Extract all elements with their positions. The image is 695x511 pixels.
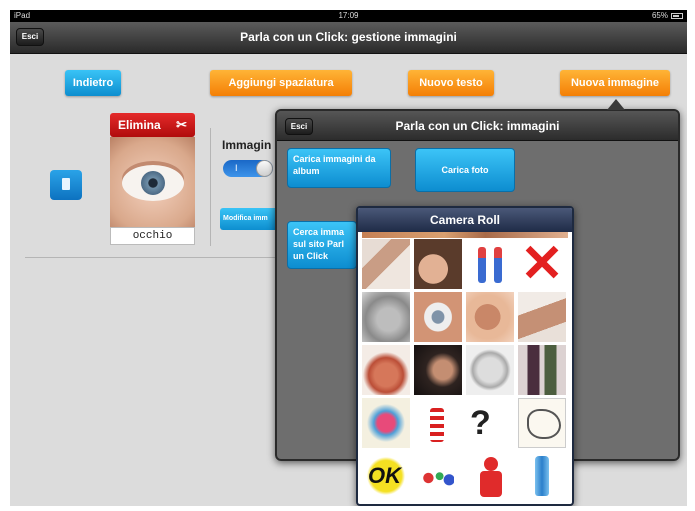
popover-title: Parla con un Click: immagini: [395, 119, 560, 133]
thumb-eye[interactable]: [414, 292, 462, 342]
document-icon: [62, 178, 70, 190]
nav-bar: Esci Parla con un Click: gestione immagi…: [10, 22, 687, 54]
scissors-icon: ✂: [176, 117, 187, 132]
load-photo-button[interactable]: Carica foto: [415, 148, 515, 192]
question-glyph: ?: [470, 404, 491, 442]
thumb-couple[interactable]: [518, 345, 566, 395]
status-time: 17:09: [338, 11, 359, 20]
new-image-button[interactable]: Nuova immagine: [560, 70, 670, 96]
delete-button[interactable]: Elimina ✂: [110, 113, 195, 137]
battery-percent: 65%: [651, 11, 668, 20]
toggle-knob[interactable]: [256, 160, 273, 177]
thumb-waldo[interactable]: [414, 398, 462, 448]
page-title: Parla con un Click: gestione immagini: [240, 30, 457, 44]
add-spacing-button[interactable]: Aggiungi spaziatura: [210, 70, 352, 96]
card-image-eye[interactable]: [110, 137, 195, 227]
camera-roll-panel: Camera Roll ✕ ? OK: [356, 206, 574, 506]
thumb-head[interactable]: [466, 345, 514, 395]
delete-label: Elimina: [118, 118, 161, 132]
thumb-red-figure[interactable]: [466, 451, 514, 501]
thumb-sketch[interactable]: [518, 398, 566, 448]
images-label: Immagin: [222, 138, 272, 152]
load-album-button[interactable]: Carica immagini da album: [287, 148, 391, 188]
ok-text: OK: [368, 463, 401, 488]
eye-drawing: [122, 165, 184, 201]
camera-roll-title: Camera Roll: [358, 208, 572, 232]
thumb-bottle[interactable]: [518, 451, 566, 501]
toggle-on-label: I: [235, 163, 238, 173]
thumb-nose[interactable]: [362, 292, 410, 342]
document-button[interactable]: [50, 170, 82, 200]
modify-image-button[interactable]: Modifica imm: [220, 208, 280, 230]
thumb-ok[interactable]: OK: [362, 451, 410, 501]
thumb-back[interactable]: [362, 345, 410, 395]
x-mark-icon: ✕: [520, 239, 564, 289]
vertical-divider: [210, 128, 211, 246]
thumb-people[interactable]: [414, 451, 462, 501]
thumb-hand-face[interactable]: [414, 345, 462, 395]
thumb-neck[interactable]: [414, 239, 462, 289]
battery-icon: [671, 13, 683, 19]
back-button[interactable]: Indietro: [65, 70, 121, 96]
new-text-button[interactable]: Nuovo testo: [408, 70, 494, 96]
ipad-screen: iPad 17:09 65% Esci Parla con un Click: …: [10, 10, 687, 506]
horizontal-divider: [25, 257, 275, 258]
status-bar: iPad 17:09 65%: [10, 10, 687, 22]
card-word: occhio: [110, 227, 195, 245]
camera-roll-top-strip: [362, 232, 568, 238]
thumb-cartoon[interactable]: [362, 398, 410, 448]
thumb-body[interactable]: [466, 239, 514, 289]
thumb-hands[interactable]: [518, 292, 566, 342]
popover-header: Esci Parla con un Click: immagini: [277, 111, 678, 141]
images-toggle[interactable]: I: [223, 160, 273, 177]
thumb-question[interactable]: ?: [466, 398, 514, 448]
battery-status: 65%: [652, 10, 683, 22]
popover-arrow: [607, 99, 625, 110]
thumb-ear[interactable]: [466, 292, 514, 342]
search-site-button[interactable]: Cerca imma sul sito Parl un Click: [287, 221, 357, 269]
thumb-x-mark[interactable]: ✕: [518, 239, 566, 289]
thumb-legs[interactable]: [362, 239, 410, 289]
eye-iris: [141, 171, 165, 195]
